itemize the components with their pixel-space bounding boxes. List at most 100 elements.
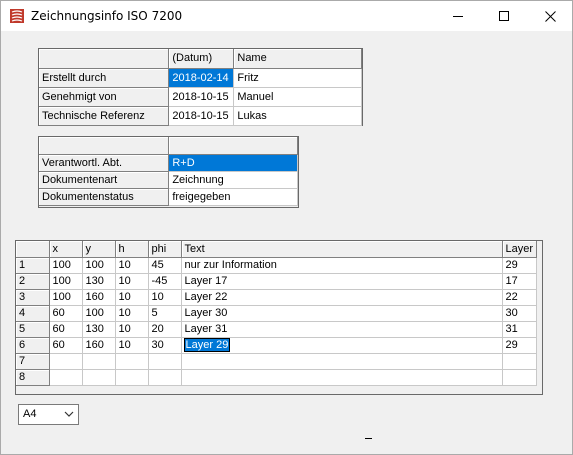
layer-cell[interactable]: 29 [502, 257, 538, 274]
text-cell[interactable]: Layer 29 [181, 337, 503, 354]
layer-cell[interactable]: 29 [502, 337, 538, 354]
name-cell[interactable]: Fritz [233, 68, 362, 88]
table-row[interactable]: Verantwortl. Abt. R+D [39, 154, 298, 172]
text-header[interactable]: Text [181, 241, 503, 258]
y-cell[interactable]: 130 [82, 321, 116, 338]
x-cell[interactable]: 100 [49, 289, 83, 306]
paper-size-select[interactable]: A4 [18, 404, 79, 425]
text-cell[interactable]: Layer 22 [181, 289, 503, 306]
table-row[interactable]: Technische Referenz 2018-10-15 Lukas [39, 106, 362, 126]
phi-cell[interactable]: -45 [148, 273, 182, 290]
h-cell[interactable]: 10 [115, 257, 149, 274]
x-header[interactable]: x [49, 241, 83, 258]
minimize-button[interactable] [435, 1, 481, 31]
table-row[interactable]: 7 [16, 353, 538, 370]
phi-cell[interactable]: 30 [148, 337, 182, 354]
name-cell[interactable]: Lukas [233, 106, 362, 126]
text-cell[interactable]: Layer 30 [181, 305, 503, 322]
table-row[interactable]: 6 60 160 10 30 Layer 29 29 [16, 337, 538, 354]
layer-cell[interactable]: 30 [502, 305, 538, 322]
table-row[interactable]: 3 100 160 10 10 Layer 22 22 [16, 289, 538, 306]
h-cell[interactable] [115, 369, 149, 386]
y-cell[interactable]: 160 [82, 337, 116, 354]
h-header[interactable]: h [115, 241, 149, 258]
cursor-mark [365, 438, 372, 439]
x-cell[interactable]: 60 [49, 321, 83, 338]
text-edit-field[interactable]: Layer 29 [183, 338, 231, 352]
phi-cell[interactable]: 20 [148, 321, 182, 338]
table-row[interactable]: 8 [16, 369, 538, 386]
date-cell[interactable]: 2018-02-14 [168, 68, 235, 88]
date-cell[interactable]: 2018-10-15 [168, 87, 235, 107]
department-cell[interactable]: R+D [168, 154, 298, 172]
text-cell[interactable]: Layer 17 [181, 273, 503, 290]
y-cell[interactable]: 160 [82, 289, 116, 306]
phi-cell[interactable]: 45 [148, 257, 182, 274]
signature-grid[interactable]: (Datum) Name Erstellt durch 2018-02-14 F… [38, 48, 363, 126]
h-cell[interactable]: 10 [115, 321, 149, 338]
x-cell[interactable]: 100 [49, 273, 83, 290]
layer-cell[interactable]: 22 [502, 289, 538, 306]
h-cell[interactable]: 10 [115, 289, 149, 306]
table-row[interactable]: Erstellt durch 2018-02-14 Fritz [39, 68, 362, 88]
phi-header[interactable]: phi [148, 241, 182, 258]
table-row[interactable]: 5 60 130 10 20 Layer 31 31 [16, 321, 538, 338]
layer-cell[interactable] [502, 369, 538, 386]
layer-cell[interactable]: 31 [502, 321, 538, 338]
x-cell[interactable]: 60 [49, 337, 83, 354]
y-cell[interactable]: 100 [82, 305, 116, 322]
document-info-grid[interactable]: Verantwortl. Abt. R+D Dokumentenart Zeic… [38, 136, 299, 208]
layer-cell[interactable]: 17 [502, 273, 538, 290]
document-status-cell[interactable]: freigegeben [168, 188, 298, 206]
text-entries-grid[interactable]: x y h phi Text Layer 1 100 100 10 45 nur zur … [15, 240, 543, 395]
table-row[interactable]: Dokumentenstatus freigegeben [39, 188, 298, 206]
x-cell[interactable] [49, 369, 83, 386]
h-cell[interactable] [115, 353, 149, 370]
grid1-date-header[interactable]: (Datum) [168, 49, 235, 69]
phi-cell[interactable]: 5 [148, 305, 182, 322]
row-label: Dokumentenart [39, 171, 170, 189]
maximize-button[interactable] [481, 1, 527, 31]
row-number: 3 [16, 289, 50, 306]
row-label: Verantwortl. Abt. [39, 154, 170, 172]
row-number: 2 [16, 273, 50, 290]
table-row[interactable]: 1 100 100 10 45 nur zur Information 29 [16, 257, 538, 274]
phi-cell[interactable] [148, 353, 182, 370]
text-cell[interactable] [181, 369, 503, 386]
dialog-window: Zeichnungsinfo ISO 7200 (Datum) Name Ers… [0, 0, 573, 455]
phi-cell[interactable] [148, 369, 182, 386]
h-cell[interactable]: 10 [115, 337, 149, 354]
grid1-name-header[interactable]: Name [233, 49, 362, 69]
document-type-cell[interactable]: Zeichnung [168, 171, 298, 189]
y-cell[interactable]: 100 [82, 257, 116, 274]
y-cell[interactable] [82, 353, 116, 370]
layer-cell[interactable] [502, 353, 538, 370]
text-cell[interactable] [181, 353, 503, 370]
close-icon [544, 10, 556, 22]
table-row[interactable]: Dokumentenart Zeichnung [39, 171, 298, 189]
table-row[interactable]: 4 60 100 10 5 Layer 30 30 [16, 305, 538, 322]
row-number: 8 [16, 369, 50, 386]
name-cell[interactable]: Manuel [233, 87, 362, 107]
y-cell[interactable] [82, 369, 116, 386]
date-cell[interactable]: 2018-10-15 [168, 106, 235, 126]
x-cell[interactable]: 60 [49, 305, 83, 322]
layer-header[interactable]: Layer [502, 241, 538, 258]
text-cell[interactable]: Layer 31 [181, 321, 503, 338]
text-cell[interactable]: nur zur Information [181, 257, 503, 274]
phi-cell[interactable]: 10 [148, 289, 182, 306]
h-cell[interactable]: 10 [115, 273, 149, 290]
grid2-value-header[interactable] [168, 137, 298, 155]
table-row[interactable]: 2 100 130 10 -45 Layer 17 17 [16, 273, 538, 290]
title-bar[interactable]: Zeichnungsinfo ISO 7200 [1, 1, 572, 31]
x-cell[interactable]: 100 [49, 257, 83, 274]
h-cell[interactable]: 10 [115, 305, 149, 322]
maximize-icon [499, 11, 509, 21]
x-cell[interactable] [49, 353, 83, 370]
close-button[interactable] [527, 1, 573, 31]
row-label: Erstellt durch [39, 68, 170, 88]
window-title: Zeichnungsinfo ISO 7200 [31, 9, 183, 23]
y-cell[interactable]: 130 [82, 273, 116, 290]
table-row[interactable]: Genehmigt von 2018-10-15 Manuel [39, 87, 362, 107]
y-header[interactable]: y [82, 241, 116, 258]
